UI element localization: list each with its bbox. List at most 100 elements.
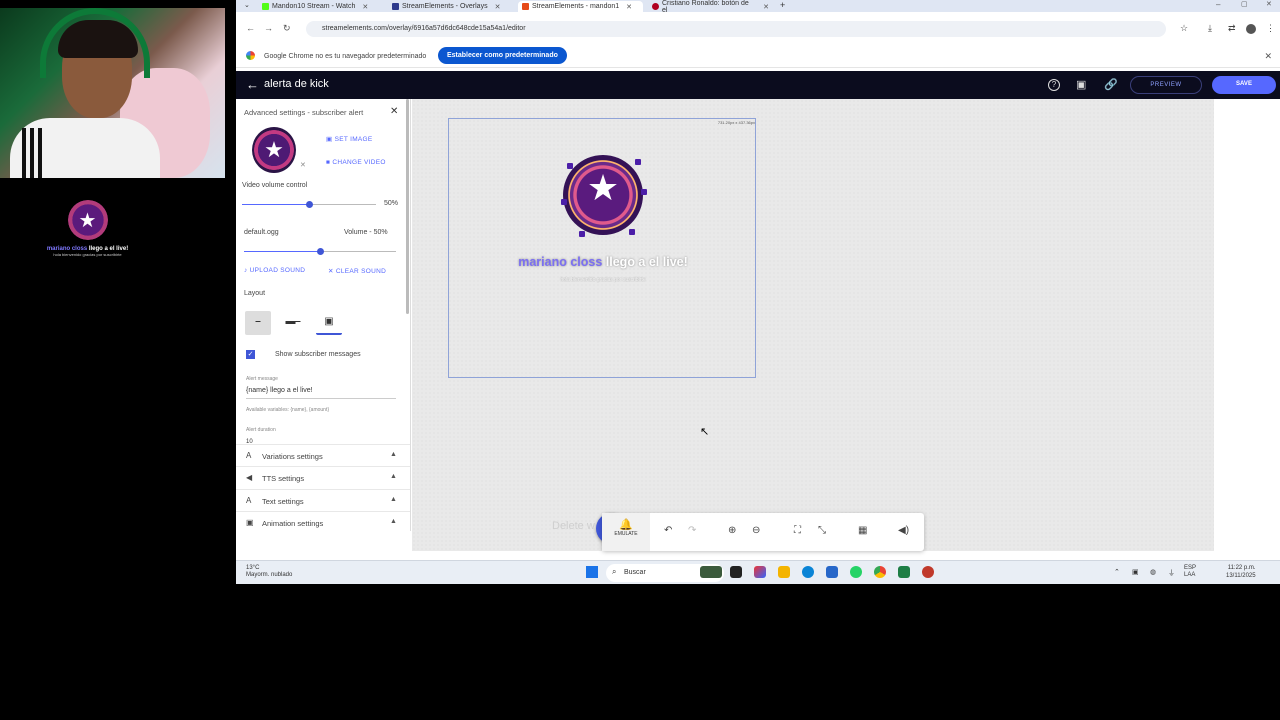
- chevron-up-icon: ▲: [390, 496, 397, 503]
- app-icon[interactable]: [922, 566, 934, 578]
- upload-sound-button[interactable]: ♪ UPLOAD SOUND: [244, 267, 305, 274]
- panel-title: Advanced settings - subscriber alert: [244, 108, 364, 117]
- edge-icon[interactable]: [802, 566, 814, 578]
- close-icon[interactable]: ✕: [390, 106, 398, 117]
- section-tts[interactable]: ◀ TTS settings ▲: [236, 466, 410, 488]
- tab-label: StreamElements - Overlays: [402, 3, 488, 10]
- url-field[interactable]: streamelements.com/overlay/6916a57d6dc64…: [306, 21, 1166, 37]
- extensions-icon[interactable]: ⇄: [1228, 23, 1236, 34]
- windows-start-icon[interactable]: [586, 566, 598, 578]
- back-arrow-icon[interactable]: ←: [246, 77, 259, 92]
- alert-message-label: Alert message: [246, 376, 278, 382]
- close-icon[interactable]: ✕: [1264, 51, 1272, 62]
- tab-editor[interactable]: StreamElements - mandon1 ✕: [518, 1, 643, 12]
- sparkle: [629, 229, 635, 235]
- clear-sound-button[interactable]: ✕ CLEAR SOUND: [328, 267, 386, 275]
- menu-kebab-icon[interactable]: ⋮: [1266, 23, 1275, 34]
- set-default-button[interactable]: Establecer como predeterminado: [438, 47, 567, 64]
- copilot-icon[interactable]: [754, 566, 766, 578]
- video-volume-knob[interactable]: [305, 201, 313, 208]
- chevron-up-icon[interactable]: ⌃: [1114, 568, 1120, 576]
- close-icon[interactable]: ✕: [763, 3, 769, 11]
- tray-app-icon[interactable]: ▣: [1132, 568, 1139, 576]
- close-icon[interactable]: ✕: [495, 3, 501, 11]
- right-margin: [1214, 99, 1280, 551]
- zoom-in-icon[interactable]: ⊕: [728, 525, 736, 536]
- alert-widget[interactable]: 731.20px x 437.36px ★ mariano closs lleg…: [448, 118, 756, 378]
- redo-icon[interactable]: ↷: [688, 525, 696, 536]
- fit-screen-icon[interactable]: ⤡: [818, 525, 826, 536]
- store-icon[interactable]: [826, 566, 838, 578]
- chevron-up-icon: ▲: [390, 451, 397, 458]
- section-animation[interactable]: ▣ Animation settings ▲: [236, 511, 410, 531]
- close-icon[interactable]: ✕: [626, 3, 632, 11]
- tab-overlays[interactable]: StreamElements - Overlays ✕: [388, 1, 513, 12]
- screen-settings-icon[interactable]: ▣: [1076, 78, 1086, 91]
- clock-date: 13/11/2025: [1226, 573, 1256, 579]
- window-close-icon[interactable]: ✕: [1266, 0, 1272, 8]
- layout-option-side-by-side[interactable]: ▬⎯: [280, 311, 306, 335]
- chrome-icon[interactable]: [874, 566, 886, 578]
- section-text[interactable]: A Text settings ▲: [236, 489, 410, 511]
- set-image-button[interactable]: ▣ SET IMAGE: [326, 135, 373, 143]
- reload-icon[interactable]: ↻: [283, 23, 291, 34]
- overlay-title[interactable]: alerta de kick: [264, 78, 329, 90]
- weather-widget[interactable]: 13°C Mayorm. nublado: [246, 565, 292, 579]
- minimize-icon[interactable]: –: [1216, 0, 1220, 9]
- emulate-button[interactable]: 🔔 EMULATE: [602, 513, 650, 551]
- sound-volume-fill: [244, 251, 320, 252]
- excel-icon[interactable]: [898, 566, 910, 578]
- alert-message-input[interactable]: {name} llego a el live!: [246, 387, 396, 399]
- panel-scrollbar[interactable]: [406, 99, 409, 314]
- alert-image-thumbnail[interactable]: ★: [252, 127, 296, 173]
- zoom-out-icon[interactable]: ⊖: [752, 525, 760, 536]
- tray-network-icon[interactable]: ◍: [1150, 568, 1156, 576]
- change-video-button[interactable]: ■ CHANGE VIDEO: [326, 159, 386, 166]
- terminal-app-icon[interactable]: [730, 566, 742, 578]
- tab-search-icon[interactable]: ⌄: [244, 1, 250, 9]
- section-variations[interactable]: A Variations settings ▲: [236, 444, 410, 466]
- tab-youtube[interactable]: Cristiano Ronaldo: botón de el ✕: [648, 0, 773, 14]
- new-tab-icon[interactable]: +: [780, 0, 785, 10]
- close-icon[interactable]: ✕: [362, 3, 368, 11]
- speaker-icon[interactable]: ◀): [898, 525, 909, 536]
- stream-alert-preview: ★ mariano closs llego a el live! hola bi…: [40, 200, 135, 257]
- maximize-icon[interactable]: ▢: [1241, 0, 1248, 8]
- clock-time: 11:22 p.m.: [1227, 565, 1256, 571]
- editor-canvas[interactable]: 731.20px x 437.36px ★ mariano closs lleg…: [412, 99, 1214, 551]
- download-icon[interactable]: ⤓: [1208, 23, 1212, 34]
- whatsapp-icon[interactable]: [850, 566, 862, 578]
- webcam-headset: [40, 8, 150, 78]
- chevron-up-icon: ▲: [390, 518, 397, 525]
- section-animation-label: Animation settings: [262, 519, 324, 528]
- mic-icon[interactable]: ⏚: [1168, 568, 1175, 578]
- grid-icon[interactable]: ▦: [858, 525, 867, 536]
- preview-button[interactable]: PREVIEW: [1130, 76, 1202, 94]
- address-bar: ← → ↻ streamelements.com/overlay/6916a57…: [236, 18, 1280, 40]
- sound-file-name: default.ogg: [244, 229, 279, 236]
- bookmark-star-icon[interactable]: ☆: [1180, 23, 1188, 34]
- file-explorer-icon[interactable]: [778, 566, 790, 578]
- sound-volume-slider[interactable]: [244, 248, 396, 255]
- undo-icon[interactable]: ↶: [664, 525, 672, 536]
- save-button[interactable]: SAVE: [1212, 76, 1276, 94]
- language-indicator[interactable]: ESP LAA: [1184, 565, 1196, 579]
- layout-option-text-below-image[interactable]: ⎯: [245, 311, 271, 335]
- forward-icon[interactable]: →: [264, 23, 273, 33]
- stream-alert-subtext: hola bienvenido gracias por suscribirte: [53, 252, 122, 257]
- layout-label: Layout: [244, 290, 266, 297]
- alert-name: mariano closs: [518, 255, 603, 269]
- show-messages-checkbox[interactable]: ✓: [246, 350, 255, 359]
- link-icon[interactable]: 🔗: [1104, 78, 1118, 91]
- taskbar-clock[interactable]: 11:22 p.m. 13/11/2025: [1226, 564, 1256, 580]
- tab-kick[interactable]: Mandon10 Stream - Watch ✕: [258, 1, 383, 12]
- help-icon[interactable]: ?: [1048, 79, 1060, 91]
- back-icon[interactable]: ←: [246, 23, 255, 33]
- fullscreen-icon[interactable]: ⛶: [794, 525, 801, 536]
- profile-avatar[interactable]: [1246, 24, 1256, 34]
- sound-volume-knob[interactable]: [316, 248, 324, 255]
- remove-image-icon[interactable]: ✕: [300, 161, 306, 169]
- video-volume-slider[interactable]: [242, 201, 376, 208]
- layout-option-image-above-text[interactable]: ▣: [316, 311, 342, 335]
- game-app-icon[interactable]: [700, 566, 722, 578]
